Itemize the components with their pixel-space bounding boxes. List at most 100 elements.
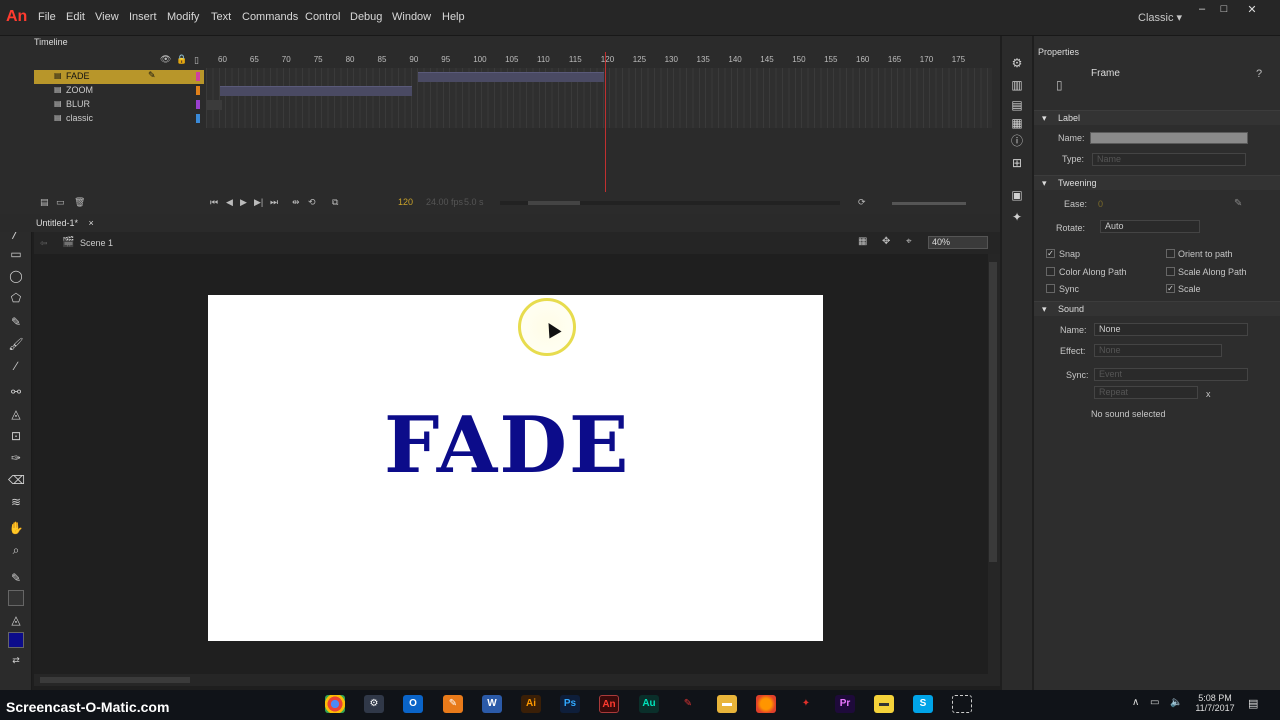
play-icon[interactable]: ▶ — [240, 197, 247, 208]
swap-colors-icon[interactable]: ⇄ — [8, 652, 24, 668]
eyedropper-icon[interactable]: ✑ — [8, 450, 24, 466]
stroke-color-swatch[interactable] — [8, 590, 24, 606]
lock-icon[interactable]: 🔒 — [176, 54, 187, 65]
timeline-hscroll-thumb[interactable] — [528, 201, 580, 205]
pen-app-icon[interactable]: ✎ — [678, 695, 698, 713]
ease-value[interactable]: 0 — [1098, 199, 1103, 209]
orient-to-path-checkbox[interactable] — [1166, 249, 1175, 258]
layer-row-classic[interactable]: ▤ classic — [34, 112, 204, 126]
edit-scene-icon[interactable]: ▦ — [858, 236, 867, 247]
snap-checkbox[interactable]: ✓ — [1046, 249, 1055, 258]
menu-edit[interactable]: Edit — [66, 11, 85, 23]
stroke-color-icon[interactable]: ✎ — [8, 570, 24, 586]
layer-row-zoom[interactable]: ▤ ZOOM — [34, 84, 204, 98]
paint-brush-icon[interactable]: ∕ — [8, 358, 24, 374]
color-icon[interactable]: ▣ — [1010, 188, 1024, 202]
edit-ease-icon[interactable]: ✎ — [1234, 198, 1242, 209]
first-frame-icon[interactable]: ⏮ — [210, 197, 218, 208]
skype-icon[interactable]: S — [913, 695, 933, 713]
effect-dropdown[interactable]: None — [1094, 344, 1222, 357]
transform-icon[interactable]: ⊞ — [1010, 156, 1024, 170]
menu-debug[interactable]: Debug — [350, 11, 382, 23]
playhead[interactable] — [605, 52, 606, 192]
outlook-icon[interactable]: O — [403, 695, 423, 713]
minimize-button[interactable]: – — [1190, 3, 1214, 17]
taskbar-clock[interactable]: 5:08 PM 11/7/2017 — [1190, 693, 1240, 713]
width-tool-icon[interactable]: ≋ — [8, 494, 24, 510]
sync-icon[interactable]: ⟳ — [858, 197, 866, 208]
eraser-icon[interactable]: ⌫ — [8, 472, 25, 488]
scale-checkbox[interactable]: ✓ — [1166, 284, 1175, 293]
new-folder-icon[interactable]: ▭ — [56, 197, 65, 208]
properties-tab[interactable]: Properties — [1038, 47, 1079, 57]
animate-icon[interactable]: An — [599, 695, 619, 713]
tweening-section-header[interactable]: ▾ Tweening — [1034, 175, 1280, 190]
motion-presets-icon[interactable]: ⚙ — [1010, 56, 1024, 70]
brush-app-icon[interactable]: ✎ — [443, 695, 463, 713]
close-button[interactable]: ✕ — [1240, 3, 1264, 17]
chrome-icon[interactable] — [325, 695, 345, 713]
zoom-tween-span[interactable] — [220, 86, 412, 96]
workspace-switcher[interactable]: Classic ▾ — [1138, 11, 1182, 24]
tray-chevron-icon[interactable]: ∧ — [1132, 697, 1139, 708]
step-forward-icon[interactable]: ▶| — [254, 197, 263, 208]
stage-hscroll-thumb[interactable] — [40, 677, 190, 683]
timeline-zoom-slider[interactable] — [892, 202, 966, 205]
repeat-count[interactable]: x — [1206, 389, 1211, 399]
loop-icon[interactable]: ⟲ — [308, 197, 316, 208]
timeline-tab[interactable]: Timeline — [34, 37, 68, 47]
document-tab-close[interactable]: × — [89, 218, 94, 228]
rotate-dropdown[interactable]: Auto — [1100, 220, 1200, 233]
delete-layer-icon[interactable]: 🗑 — [74, 197, 85, 208]
onion-skin-icon[interactable]: ⧉ — [332, 197, 338, 208]
menu-control[interactable]: Control — [305, 11, 340, 23]
notifications-icon[interactable]: ▤ — [1248, 697, 1258, 710]
fade-tween-span[interactable] — [418, 72, 604, 82]
menu-window[interactable]: Window — [392, 11, 431, 23]
menu-insert[interactable]: Insert — [129, 11, 157, 23]
help-icon[interactable]: ? — [1256, 68, 1262, 80]
menu-text[interactable]: Text — [211, 11, 231, 23]
align-icon[interactable]: ▥ — [1010, 78, 1024, 92]
menu-commands[interactable]: Commands — [242, 11, 298, 23]
label-section-header[interactable]: ▾ Label — [1034, 110, 1280, 125]
bone-tool-icon[interactable]: ⚯ — [8, 384, 24, 400]
swatches-icon[interactable]: ✦ — [1010, 210, 1024, 224]
zoom-tool-icon[interactable]: ⌕ — [8, 542, 24, 558]
menu-modify[interactable]: Modify — [167, 11, 199, 23]
stage-vscroll-thumb[interactable] — [989, 262, 997, 562]
ink-bottle-icon[interactable]: ⊡ — [8, 428, 24, 444]
paint-bucket-icon[interactable]: ◬ — [8, 406, 24, 422]
pencil-tool-icon[interactable]: ✎ — [8, 314, 24, 330]
snipping-tool-icon[interactable] — [952, 695, 972, 713]
oval-tool-icon[interactable]: ◯ — [8, 268, 24, 284]
sound-sync-dropdown[interactable]: Event — [1094, 368, 1248, 381]
sticky-notes-icon[interactable]: ▬ — [874, 695, 894, 713]
sync-checkbox[interactable] — [1046, 284, 1055, 293]
back-arrow-icon[interactable]: ⇦ — [40, 238, 48, 249]
current-frame[interactable]: 120 — [398, 197, 413, 207]
edit-symbol-icon[interactable]: ✥ — [882, 236, 890, 247]
firefox-icon[interactable] — [756, 695, 776, 713]
color-along-path-checkbox[interactable] — [1046, 267, 1055, 276]
library-icon[interactable]: ▤ — [1010, 98, 1024, 112]
layer-row-blur[interactable]: ▤ BLUR — [34, 98, 204, 112]
fade-text-symbol[interactable]: FADE — [384, 400, 630, 491]
scene-label[interactable]: Scene 1 — [80, 238, 113, 248]
word-icon[interactable]: W — [482, 695, 502, 713]
fill-color-icon[interactable]: ◬ — [8, 612, 24, 628]
menu-file[interactable]: File — [38, 11, 56, 23]
info-icon[interactable]: ⓘ — [1010, 134, 1024, 148]
sound-section-header[interactable]: ▾ Sound — [1034, 301, 1280, 316]
file-explorer-icon[interactable]: ▬ — [717, 695, 737, 713]
fps-readout[interactable]: 24.00 fps — [426, 197, 463, 207]
center-frame-icon[interactable]: ⇹ — [292, 197, 300, 208]
scale-along-path-checkbox[interactable] — [1166, 267, 1175, 276]
repeat-dropdown[interactable]: Repeat — [1094, 386, 1198, 399]
audition-icon[interactable]: Au — [639, 695, 659, 713]
document-tab[interactable]: Untitled-1* × — [36, 218, 94, 228]
network-icon[interactable]: ▭ — [1150, 697, 1159, 708]
premiere-icon[interactable]: Pr — [835, 695, 855, 713]
zoom-dropdown[interactable]: 40% — [928, 236, 988, 249]
eye-icon[interactable]: 👁 — [160, 54, 171, 65]
